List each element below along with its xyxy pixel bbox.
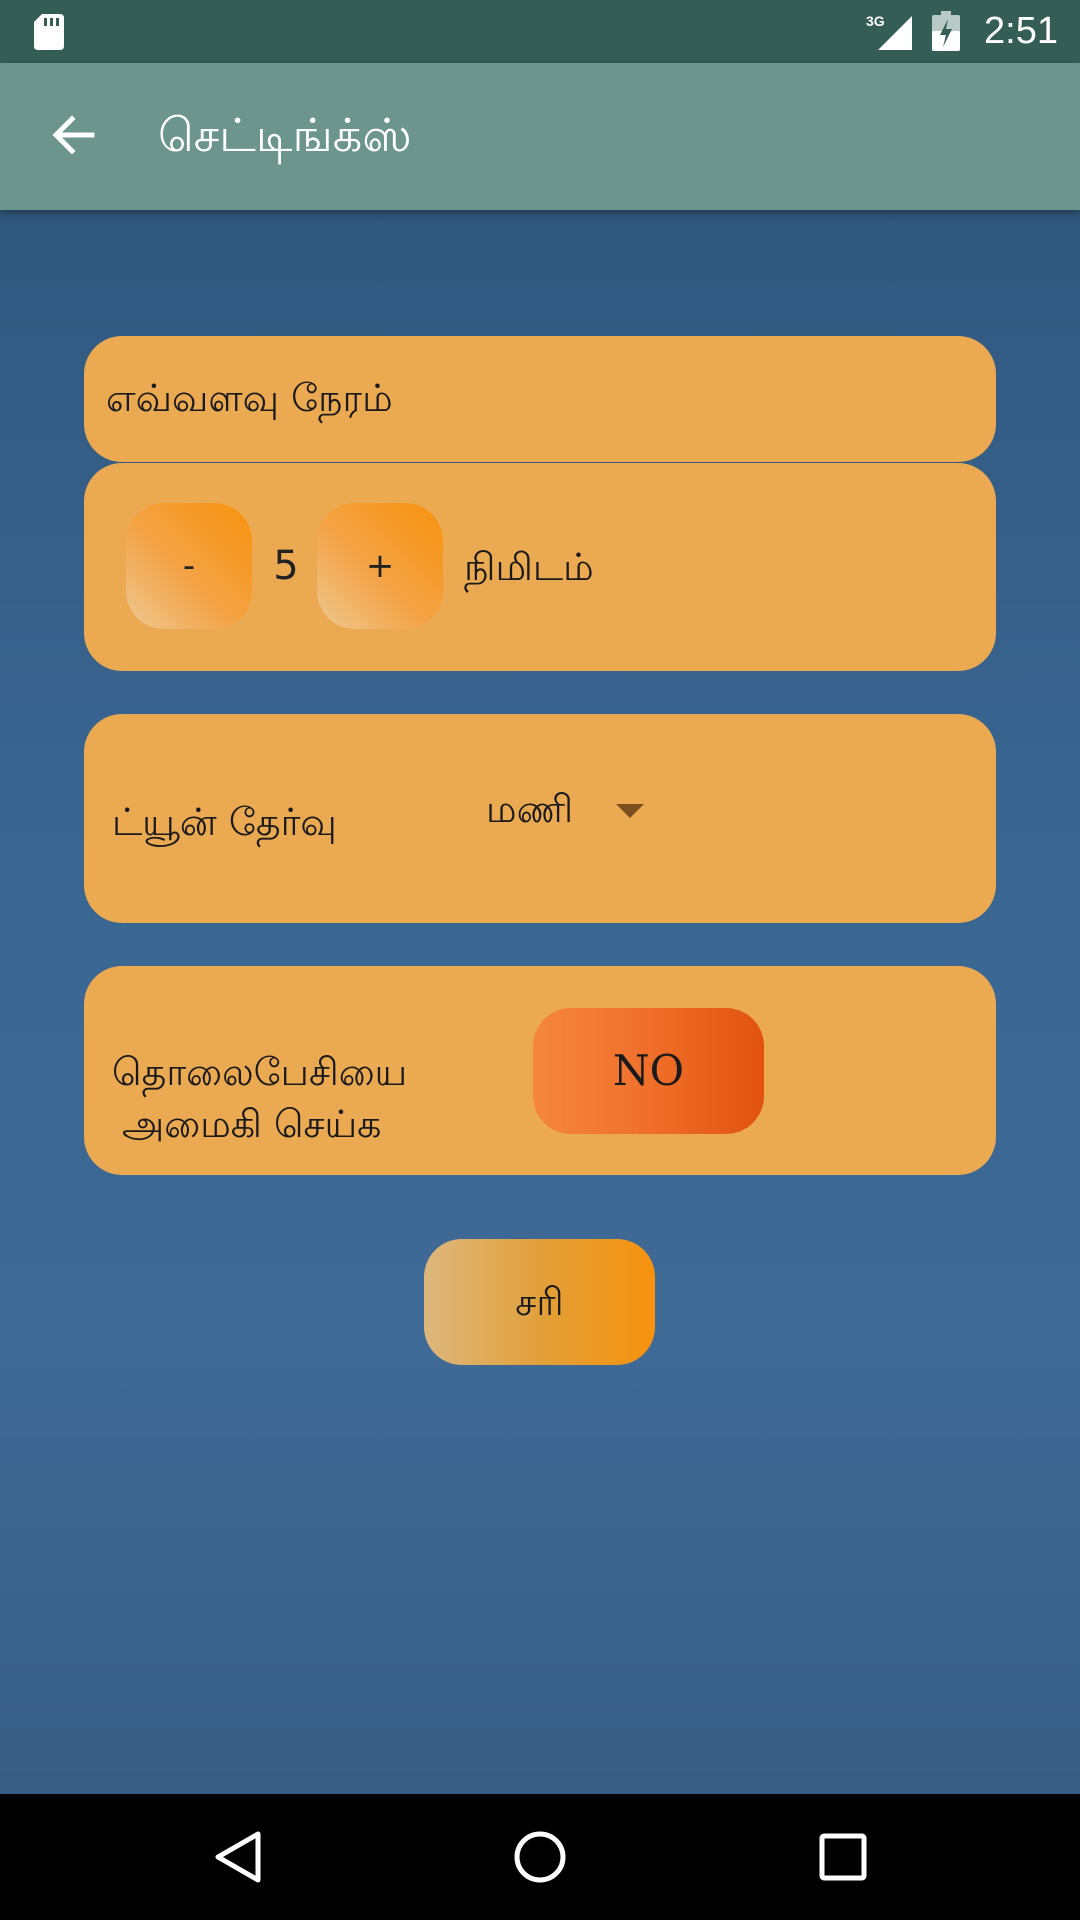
duration-unit-label: நிமிடம் bbox=[464, 545, 594, 589]
silent-mode-card: தொலைபேசியை அமைகி செய்க NO bbox=[84, 966, 996, 1175]
tune-card: ட்யூன் தேர்வு மணி bbox=[84, 714, 996, 923]
battery-icon bbox=[932, 11, 960, 51]
status-clock: 2:51 bbox=[984, 10, 1058, 52]
tune-label: ட்யூன் தேர்வு bbox=[112, 800, 337, 844]
silent-mode-label: தொலைபேசியை அமைகி செய்க bbox=[112, 1046, 407, 1150]
arrow-left-icon[interactable] bbox=[46, 107, 102, 163]
silent-mode-label-line1: தொலைபேசியை bbox=[112, 1050, 408, 1094]
tune-dropdown[interactable]: மணி bbox=[480, 778, 660, 840]
duration-label: எவ்வளவு நேரம் bbox=[106, 376, 393, 420]
duration-stepper-card: - 5 + நிமிடம் bbox=[84, 463, 996, 671]
navigation-bar bbox=[0, 1794, 1080, 1920]
silent-mode-toggle[interactable]: NO bbox=[533, 1008, 764, 1134]
back-triangle-icon[interactable] bbox=[204, 1824, 270, 1890]
duration-header-card: எவ்வளவு நேரம் bbox=[84, 336, 996, 462]
network-type-label: 3G bbox=[866, 13, 885, 29]
dropdown-arrow-icon bbox=[616, 804, 644, 818]
home-circle-icon[interactable] bbox=[507, 1824, 573, 1890]
recents-square-icon[interactable] bbox=[810, 1824, 876, 1890]
app-bar: செட்டிங்க்ஸ் bbox=[0, 63, 1080, 210]
decrease-button[interactable]: - bbox=[126, 503, 252, 629]
silent-mode-label-line2: அமைகி செய்க bbox=[122, 1102, 382, 1146]
increase-button[interactable]: + bbox=[317, 503, 443, 629]
ok-button[interactable]: சரி bbox=[424, 1239, 655, 1365]
tune-selected-value: மணி bbox=[486, 787, 574, 831]
page-title: செட்டிங்க்ஸ் bbox=[158, 108, 412, 162]
sd-card-icon bbox=[34, 14, 64, 50]
signal-icon: 3G bbox=[866, 13, 912, 50]
duration-value: 5 bbox=[273, 543, 299, 589]
status-bar: 3G 2:51 bbox=[0, 0, 1080, 63]
